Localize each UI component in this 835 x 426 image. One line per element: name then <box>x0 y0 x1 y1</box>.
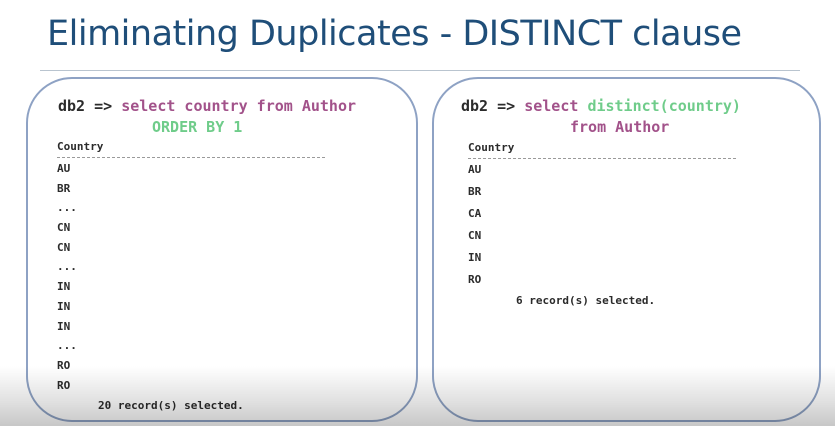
list-item: CA <box>468 207 482 220</box>
list-item: IN <box>57 319 71 333</box>
list-item: BR <box>468 185 482 198</box>
right-command-line-1: db2 => select distinct(country) <box>461 96 741 116</box>
list-item: IN <box>57 299 71 313</box>
list-item: CN <box>57 221 71 235</box>
slide-title: Eliminating Duplicates - DISTINCT clause <box>47 14 742 54</box>
left-command-line-1: db2 => select country from Author <box>58 96 356 116</box>
list-item: CN <box>57 240 71 254</box>
left-result-list: AU BR ... CN CN ... IN IN IN ... RO RO <box>57 159 77 395</box>
left-column-header: Country <box>57 140 104 153</box>
title-divider <box>40 70 800 71</box>
left-order-by: ORDER BY 1 <box>152 118 243 136</box>
left-header-divider <box>57 157 325 158</box>
right-header-divider <box>468 158 736 159</box>
list-item: AU <box>57 162 71 175</box>
list-item: RO <box>468 273 482 286</box>
right-query-panel: db2 => select distinct(country) from Aut… <box>432 77 821 422</box>
right-distinct-expression: distinct(country) <box>587 97 741 115</box>
left-prompt: db2 => <box>58 97 113 115</box>
list-item: IN <box>468 251 482 264</box>
list-item: ... <box>57 260 77 274</box>
list-item: ... <box>57 339 77 353</box>
left-query-panel: db2 => select country from Author ORDER … <box>26 77 418 422</box>
list-item: RO <box>57 378 71 392</box>
right-column-header: Country <box>468 141 515 154</box>
right-result-list: AU BR CA CN IN RO <box>468 159 481 291</box>
left-record-count: 20 record(s) selected. <box>98 399 244 412</box>
right-prompt: db2 => <box>461 97 516 115</box>
list-item: BR <box>57 181 71 195</box>
list-item: AU <box>468 163 482 176</box>
list-item: IN <box>57 280 71 294</box>
right-from-clause: from Author <box>570 118 670 136</box>
right-record-count: 6 record(s) selected. <box>516 294 656 307</box>
left-query-text: select country from Author <box>121 97 357 115</box>
right-select-keyword: select <box>524 97 579 115</box>
list-item: ... <box>57 201 77 215</box>
list-item: RO <box>57 358 71 372</box>
list-item: CN <box>468 229 482 242</box>
